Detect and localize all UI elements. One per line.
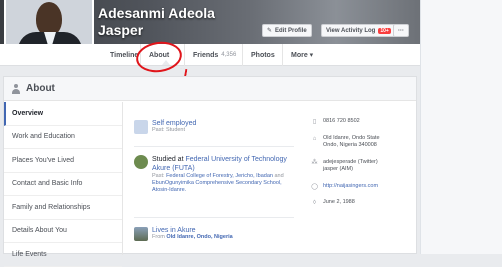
website-link[interactable]: http://naijasingers.com bbox=[323, 183, 378, 191]
lives-title[interactable]: Lives in Akure bbox=[152, 227, 233, 234]
education-past-link-1[interactable]: Federal College of Forestry, Jericho, Ib… bbox=[166, 173, 273, 179]
birthday-value: June 2, 1988 bbox=[323, 199, 355, 205]
avatar-head bbox=[36, 2, 62, 36]
website-row: ◯ http://naijasingers.com bbox=[311, 183, 378, 191]
more-options-button[interactable]: ··· bbox=[393, 24, 409, 37]
tab-timeline-label: Timeline bbox=[110, 51, 139, 59]
home-icon: ⌂ bbox=[312, 136, 317, 142]
education-past-link-2[interactable]: EbunOgunyimika Comprehensive Secondary S… bbox=[152, 180, 282, 193]
activity-log-label: View Activity Log bbox=[326, 27, 376, 34]
education-line: Studied at Federal University of Technol… bbox=[152, 155, 294, 173]
screen-names-row: ⁂ adejesperade (Twitter) jasper (AIM) bbox=[311, 159, 378, 174]
profile-nav: Timeline About Friends 4,356 Photos More… bbox=[0, 44, 420, 66]
tab-more[interactable]: More ▾ bbox=[282, 44, 313, 66]
cake-icon: ◊ bbox=[313, 200, 316, 206]
from-line: From Old Idanre, Ondo, Nigeria bbox=[152, 234, 233, 241]
section-divider bbox=[122, 102, 123, 255]
section-places-lived[interactable]: Places You've Lived bbox=[4, 149, 122, 173]
about-header: About bbox=[4, 77, 416, 101]
work-past: Past: Student bbox=[152, 127, 186, 133]
tab-friends-label: Friends bbox=[193, 51, 219, 59]
activity-badge: 10+ bbox=[378, 27, 391, 34]
entry-separator bbox=[134, 146, 294, 147]
ellipsis-icon: ··· bbox=[398, 27, 404, 34]
education-past-label: Past: bbox=[152, 173, 167, 180]
tab-timeline[interactable]: Timeline bbox=[98, 44, 138, 66]
screen-names-value: adejesperade (Twitter) jasper (AIM) bbox=[323, 159, 378, 173]
tab-photos-label: Photos bbox=[251, 51, 275, 59]
briefcase-icon bbox=[134, 120, 148, 134]
entry-separator bbox=[134, 217, 294, 218]
phone-value: 0816 720 8502 bbox=[323, 118, 360, 124]
about-panel: About Overview Work and Education Places… bbox=[3, 76, 417, 267]
address-value: Old Idanre, Ondo State Ondo, Nigeria 340… bbox=[323, 135, 380, 149]
work-entry: Self employed Past: Student bbox=[134, 120, 196, 134]
profile-name-line-1[interactable]: Adesanmi Adeola bbox=[98, 5, 215, 21]
chat-icon: ⁂ bbox=[311, 160, 318, 166]
friends-count: 4,356 bbox=[221, 52, 237, 58]
lives-entry: Lives in Akure From Old Idanre, Ondo, Ni… bbox=[134, 227, 233, 241]
section-details[interactable]: Details About You bbox=[4, 220, 122, 243]
education-past: Past: Federal College of Forestry, Jeric… bbox=[152, 173, 294, 194]
section-contact-info[interactable]: Contact and Basic Info bbox=[4, 173, 122, 196]
tab-photos[interactable]: Photos bbox=[242, 44, 275, 66]
pencil-icon: ✎ bbox=[267, 28, 273, 34]
birthday-row: ◊ June 2, 1988 bbox=[311, 199, 355, 207]
from-place-link[interactable]: Old Idanre, Ondo, Nigeria bbox=[166, 234, 232, 240]
person-icon bbox=[12, 83, 20, 94]
section-overview[interactable]: Overview bbox=[4, 102, 122, 126]
edit-profile-button[interactable]: ✎ Edit Profile bbox=[262, 24, 312, 37]
view-activity-log-button[interactable]: View Activity Log 10+ bbox=[321, 24, 396, 37]
phone-row: ▯ 0816 720 8502 bbox=[311, 118, 360, 126]
work-title[interactable]: Self employed bbox=[152, 120, 196, 127]
right-sidebar bbox=[420, 0, 502, 254]
from-label: From bbox=[152, 234, 167, 240]
cover-area: Adesanmi Adeola Jasper ✎ Edit Profile Vi… bbox=[0, 0, 420, 66]
city-photo-icon bbox=[134, 227, 148, 241]
education-prefix: Studied at bbox=[152, 156, 186, 163]
edit-profile-label: Edit Profile bbox=[275, 27, 307, 34]
phone-icon: ▯ bbox=[312, 119, 317, 125]
globe-icon: ◯ bbox=[311, 184, 318, 190]
section-life-events[interactable]: Life Events bbox=[4, 243, 122, 267]
tab-friends[interactable]: Friends 4,356 bbox=[184, 44, 236, 66]
school-logo-icon bbox=[134, 155, 148, 169]
about-section-list: Overview Work and Education Places You'v… bbox=[4, 102, 122, 267]
tab-more-label: More ▾ bbox=[291, 52, 314, 59]
education-past-and: and bbox=[272, 173, 284, 180]
education-entry: Studied at Federal University of Technol… bbox=[134, 155, 294, 195]
section-work-education[interactable]: Work and Education bbox=[4, 126, 122, 149]
address-row: ⌂ Old Idanre, Ondo State Ondo, Nigeria 3… bbox=[311, 135, 380, 150]
about-title: About bbox=[26, 83, 55, 94]
section-family[interactable]: Family and Relationships bbox=[4, 196, 122, 220]
profile-name-line-2[interactable]: Jasper bbox=[98, 22, 143, 38]
